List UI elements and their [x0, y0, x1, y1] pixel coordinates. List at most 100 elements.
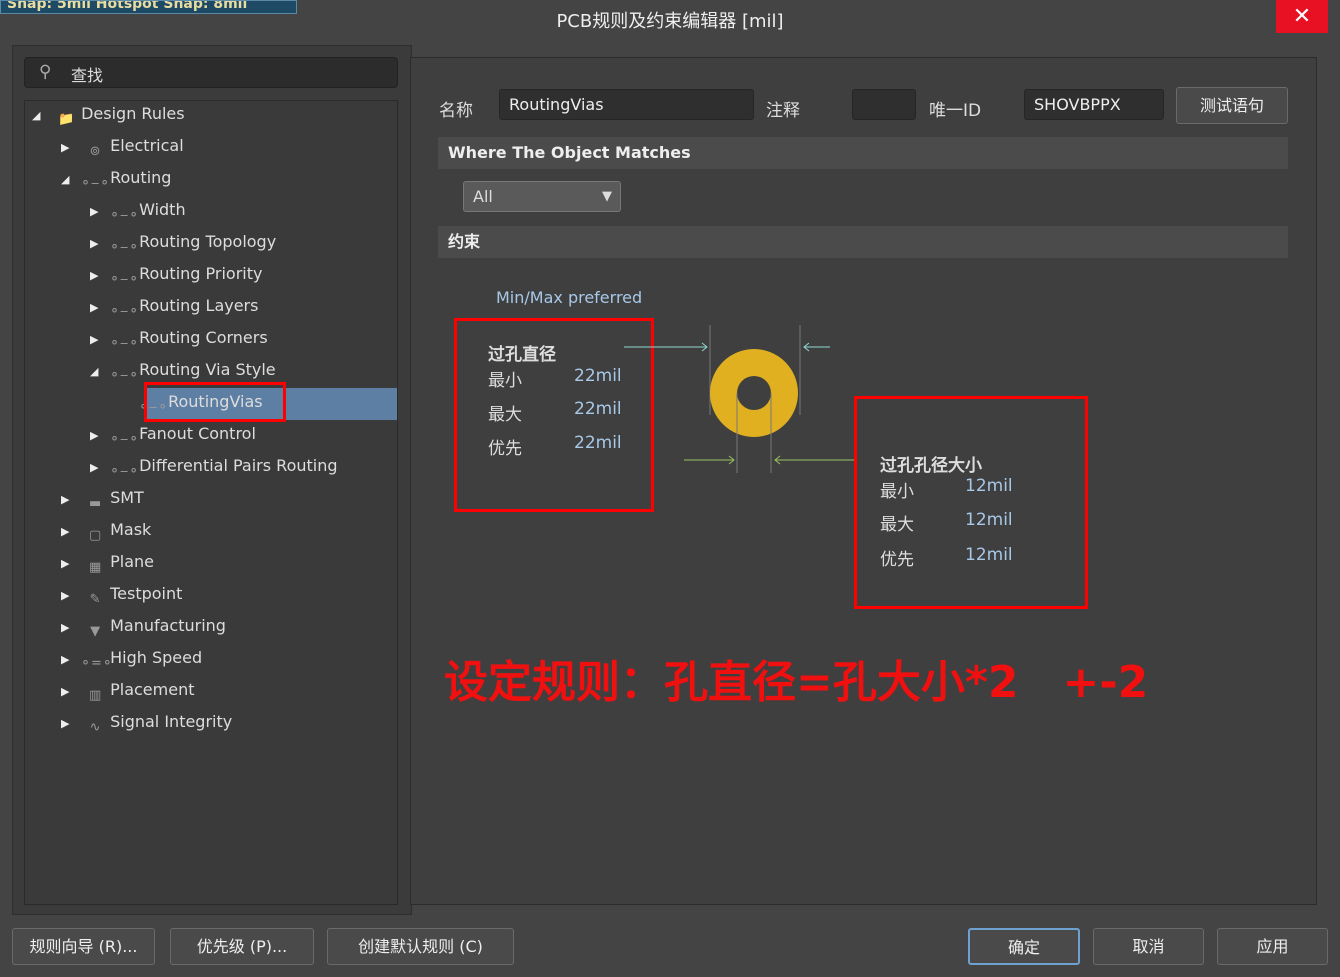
tree-item-label: Width [139, 200, 186, 219]
tree-item[interactable]: ▶ ⚬‒⚬Routing Topology [90, 227, 276, 257]
expand-icon[interactable]: ▶ [90, 325, 104, 355]
routing-icon: ⚬‒⚬ [109, 463, 140, 479]
tree-item-label: Routing [110, 168, 172, 187]
chevron-down-icon: ▼ [602, 189, 612, 204]
signal-integrity-icon: ∿ [89, 719, 101, 735]
comment-input[interactable] [852, 89, 916, 120]
name-label: 名称 [439, 101, 473, 121]
mask-icon: ▢ [88, 527, 102, 543]
tree-item[interactable]: ▶ ⚬‒⚬Fanout Control [90, 419, 256, 449]
search-icon: ⚲ [39, 62, 52, 82]
collapse-icon[interactable]: ◢ [61, 165, 75, 195]
expand-icon[interactable]: ▶ [90, 261, 104, 291]
tree-item[interactable]: ▶ ▼ Manufacturing [61, 611, 226, 641]
expand-icon[interactable]: ▶ [61, 517, 75, 547]
id-label: 唯一ID [929, 101, 982, 121]
expand-icon[interactable]: ▶ [61, 133, 75, 163]
match-selected: All [473, 187, 493, 206]
tree-item[interactable]: ▶ ⚬‒⚬Routing Priority [90, 259, 262, 289]
via-diagram [624, 325, 856, 473]
tree-item[interactable]: ▶ ⚬‒⚬Width [90, 195, 186, 225]
tree-item-label: Signal Integrity [110, 712, 233, 731]
where-matches-header: Where The Object Matches [438, 137, 1288, 169]
tree-item[interactable]: ▶ ⊚ Electrical [61, 131, 184, 161]
routing-icon: ⚬‒⚬ [109, 431, 140, 447]
expand-icon[interactable]: ▶ [90, 229, 104, 259]
expand-icon[interactable]: ▶ [61, 549, 75, 579]
priority-button[interactable]: 优先级 (P)... [170, 928, 314, 965]
constraints-header: 约束 [438, 226, 1288, 258]
routing-icon: ⚬‒⚬ [109, 335, 140, 351]
routing-icon: ⚬‒⚬ [109, 271, 140, 287]
tree-item-label: Manufacturing [110, 616, 226, 635]
routing-icon: ⚬‒⚬ [109, 367, 140, 383]
expand-icon[interactable]: ▶ [61, 645, 75, 675]
expand-icon[interactable]: ▶ [90, 421, 104, 451]
high-speed-icon: ⚬=⚬ [80, 655, 113, 671]
tree-item-label: Testpoint [110, 584, 183, 603]
tree-item[interactable]: ▶ ▦ Plane [61, 547, 154, 577]
tree-item-label: Plane [110, 552, 154, 571]
name-input[interactable]: RoutingVias [499, 89, 754, 120]
tree-item-label: Fanout Control [139, 424, 256, 443]
folder-icon: 📁 [58, 111, 75, 127]
tree-item[interactable]: ▶ ⚬‒⚬Routing Corners [90, 323, 268, 353]
tree-item-label: Routing Layers [139, 296, 259, 315]
expand-icon[interactable]: ▶ [61, 613, 75, 643]
expand-icon[interactable]: ▶ [61, 581, 75, 611]
smt-icon: ▬ [88, 495, 102, 511]
search-input[interactable]: ⚲ 查找 [24, 57, 398, 88]
expand-icon[interactable]: ▶ [90, 453, 104, 483]
match-dropdown[interactable]: All ▼ [463, 181, 621, 212]
create-default-rules-button[interactable]: 创建默认规则 (C) [327, 928, 514, 965]
routing-icon: ⚬‒⚬ [109, 207, 140, 223]
tree-item-label: Electrical [110, 136, 184, 155]
plane-icon: ▦ [88, 559, 102, 575]
expand-icon[interactable]: ▶ [61, 709, 75, 739]
tree-item-label: Placement [110, 680, 195, 699]
tree-item[interactable]: ▶ ▬ SMT [61, 483, 144, 513]
routing-icon: ⚬‒⚬ [109, 239, 140, 255]
rule-wizard-button[interactable]: 规则向导 (R)... [12, 928, 155, 965]
collapse-icon[interactable]: ◢ [90, 357, 104, 387]
tree-item[interactable]: ▶ ✎ Testpoint [61, 579, 182, 609]
test-query-button[interactable]: 测试语句 [1176, 87, 1288, 124]
tree-item[interactable]: ◢ ⚬‒⚬Routing Via Style [90, 355, 276, 385]
routing-icon: ⚬‒⚬ [109, 303, 140, 319]
tree-item[interactable]: ▶ ⚬=⚬High Speed [61, 643, 202, 673]
tree-item[interactable]: ◢ ⚬‒⚬Routing [61, 163, 171, 193]
close-button[interactable]: ✕ [1276, 0, 1328, 33]
id-input[interactable]: SHOVBPPX [1024, 89, 1164, 120]
annotation-box-hole [854, 396, 1088, 609]
tree-item[interactable]: ▶ ▥ Placement [61, 675, 194, 705]
tree-item[interactable]: ▶ ⚬‒⚬Differential Pairs Routing [90, 451, 338, 481]
search-placeholder: 查找 [71, 66, 104, 85]
electrical-icon: ⊚ [89, 143, 101, 159]
snap-status-bar: Snap: 5mil Hotspot Snap: 8mil [0, 0, 297, 14]
expand-icon[interactable]: ▶ [61, 485, 75, 515]
tree-item[interactable]: ▶ ∿ Signal Integrity [61, 707, 232, 737]
routing-icon: ⚬‒⚬ [80, 175, 111, 191]
tree-item-label: Mask [110, 520, 152, 539]
testpoint-icon: ✎ [89, 591, 101, 607]
ok-button[interactable]: 确定 [968, 928, 1080, 965]
placement-icon: ▥ [88, 687, 102, 703]
cancel-button[interactable]: 取消 [1093, 928, 1204, 965]
expand-icon[interactable]: ▶ [61, 677, 75, 707]
constraint-mode: Min/Max preferred [496, 288, 643, 307]
tree-item[interactable]: ▶ ▢ Mask [61, 515, 151, 545]
tree-item[interactable]: ◢ 📁 Design Rules [32, 99, 185, 129]
collapse-icon[interactable]: ◢ [32, 101, 46, 131]
tree-item-label: Routing Corners [139, 328, 268, 347]
tree-item-label: Routing Priority [139, 264, 263, 283]
tree-item[interactable]: ▶ ⚬‒⚬Routing Layers [90, 291, 258, 321]
comment-label: 注释 [766, 101, 800, 121]
annotation-box-tree [144, 382, 286, 422]
expand-icon[interactable]: ▶ [90, 197, 104, 227]
annotation-text: 设定规则：孔直径=孔大小*2 +-2 [444, 657, 1149, 708]
apply-button[interactable]: 应用 [1217, 928, 1328, 965]
expand-icon[interactable]: ▶ [90, 293, 104, 323]
tree-item-label: Routing Via Style [139, 360, 276, 379]
tree-item-label: SMT [110, 488, 144, 507]
tree-item-label: Design Rules [81, 104, 185, 123]
